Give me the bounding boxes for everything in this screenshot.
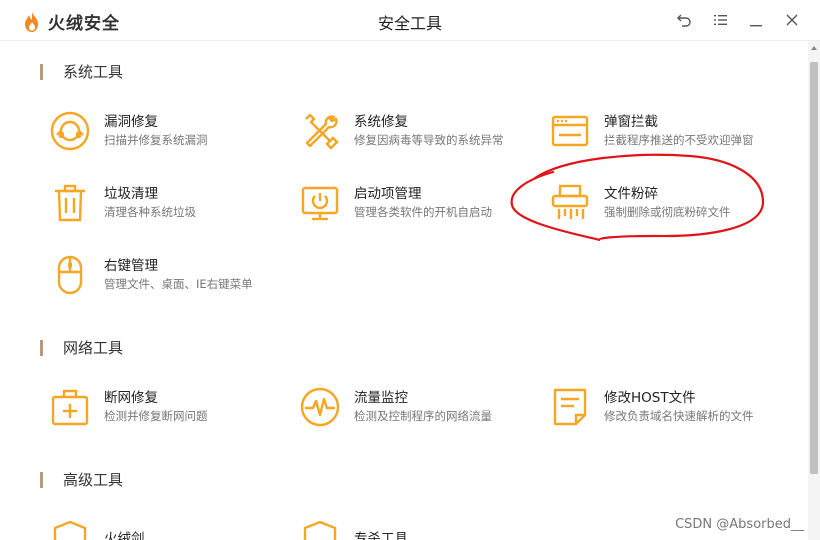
section-title: 网络工具 [63, 339, 124, 357]
tool-startup-manager[interactable]: 启动项管理 管理各类软件的开机自启动 [300, 178, 540, 228]
section-advanced-tools: 高级工具 [40, 469, 123, 490]
back-button[interactable] [674, 10, 694, 30]
trash-icon [50, 183, 90, 223]
lifebuoy-icon [50, 111, 90, 151]
tool-popup-block[interactable]: 弹窗拦截 拦截程序推送的不受欢迎弹窗 [550, 106, 790, 156]
wrench-screwdriver-icon [300, 111, 340, 151]
mouse-icon [50, 255, 90, 295]
tool-system-repair[interactable]: 系统修复 修复因病毒等导致的系统异常 [300, 106, 540, 156]
tool-desc: 检测及控制程序的网络流量 [354, 409, 492, 423]
tool-desc: 管理文件、桌面、IE右键菜单 [104, 277, 253, 291]
tool-huorong-sword[interactable]: 火绒剑 [50, 514, 290, 540]
tool-special-removal[interactable]: 专杀工具 [300, 514, 540, 540]
tool-file-shredder[interactable]: 文件粉碎 强制删除或彻底粉碎文件 [550, 178, 790, 228]
tool-desc: 修复因病毒等导致的系统异常 [354, 133, 504, 147]
section-bar [40, 63, 43, 80]
tool-name: 垃圾清理 [104, 186, 158, 202]
shield-icon [50, 519, 90, 540]
monitor-power-icon [300, 183, 340, 223]
tool-name: 弹窗拦截 [604, 114, 658, 130]
pulse-icon [300, 387, 340, 427]
tool-name: 修改HOST文件 [604, 390, 696, 406]
section-bar [40, 339, 43, 356]
tool-desc: 拦截程序推送的不受欢迎弹窗 [604, 133, 754, 147]
menu-icon [714, 15, 727, 25]
tool-name: 漏洞修复 [104, 114, 158, 130]
tool-name: 右键管理 [104, 258, 158, 274]
minimize-button[interactable] [746, 10, 766, 30]
window-title: 安全工具 [377, 14, 442, 33]
section-title: 高级工具 [63, 471, 124, 489]
section-bar [40, 471, 43, 488]
section-title: 系统工具 [63, 63, 124, 81]
tool-desc: 修改负责域名快速解析的文件 [604, 409, 754, 423]
close-button[interactable] [782, 10, 802, 30]
title-bar: 火绒安全 安全工具 [0, 0, 820, 41]
menu-button[interactable] [710, 10, 730, 30]
first-aid-kit-icon [50, 387, 90, 427]
tool-name: 流量监控 [354, 390, 408, 406]
scroll-up-arrow-icon[interactable] [810, 44, 818, 52]
undo-icon [677, 14, 691, 27]
tool-edit-hosts[interactable]: 修改HOST文件 修改负责域名快速解析的文件 [550, 382, 790, 432]
section-system-tools: 系统工具 [40, 61, 123, 82]
watermark: CSDN @Absorbed__ [675, 517, 804, 532]
tool-desc: 管理各类软件的开机自启动 [354, 205, 492, 219]
document-icon [550, 387, 590, 427]
tools-content: 系统工具 漏洞修复 扫描并修复系统漏洞 系统修复 修复因病毒等导致的系统异常 弹… [0, 41, 808, 540]
scrollbar-thumb[interactable] [810, 62, 818, 474]
tool-name: 火绒剑 [104, 531, 145, 540]
minimize-icon [750, 25, 762, 27]
close-icon [786, 14, 798, 26]
popup-window-icon [550, 111, 590, 151]
tool-desc: 清理各种系统垃圾 [104, 205, 196, 219]
tool-network-repair[interactable]: 断网修复 检测并修复断网问题 [50, 382, 290, 432]
tool-context-menu-manager[interactable]: 右键管理 管理文件、桌面、IE右键菜单 [50, 250, 290, 300]
tool-desc: 检测并修复断网问题 [104, 409, 208, 423]
tool-desc: 扫描并修复系统漏洞 [104, 133, 208, 147]
tool-traffic-monitor[interactable]: 流量监控 检测及控制程序的网络流量 [300, 382, 540, 432]
section-network-tools: 网络工具 [40, 337, 123, 358]
tool-name: 系统修复 [354, 114, 408, 130]
tool-name: 文件粉碎 [604, 186, 658, 202]
tool-name: 断网修复 [104, 390, 158, 406]
tool-vulnerability-fix[interactable]: 漏洞修复 扫描并修复系统漏洞 [50, 106, 290, 156]
tool-name: 专杀工具 [354, 531, 408, 540]
shredder-icon [550, 183, 590, 223]
tool-name: 启动项管理 [354, 186, 422, 202]
shield-icon [300, 519, 340, 540]
tool-desc: 强制删除或彻底粉碎文件 [604, 205, 731, 219]
tool-junk-clean[interactable]: 垃圾清理 清理各种系统垃圾 [50, 178, 290, 228]
